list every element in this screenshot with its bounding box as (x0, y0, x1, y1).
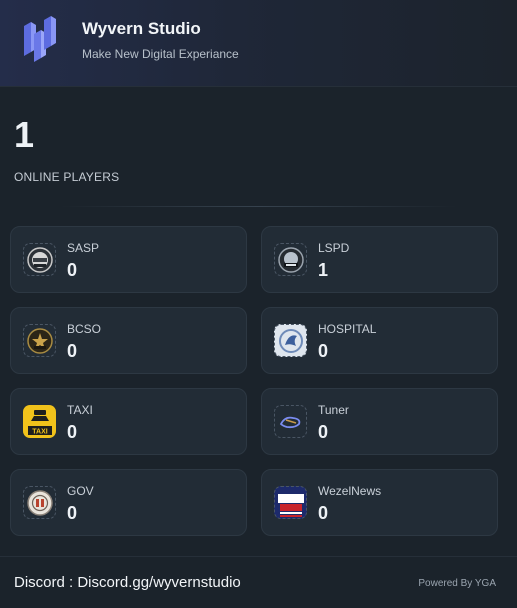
department-name: HOSPITAL (318, 322, 377, 336)
department-count: 0 (67, 260, 78, 280)
powered-by: Powered By YGA (418, 578, 496, 589)
department-count: 0 (67, 503, 78, 523)
department-name: WezelNews (318, 484, 382, 498)
department-count: 1 (318, 260, 329, 280)
wyvern-logo-icon (24, 16, 56, 62)
department-name: TAXI (67, 403, 93, 417)
department-count: 0 (67, 422, 78, 442)
department-card-hospital: HOSPITAL 0 (261, 307, 498, 374)
online-count: 1 (14, 114, 35, 155)
bcso-badge-icon (23, 324, 56, 357)
discord-link[interactable]: Discord : Discord.gg/wyvernstudio (14, 574, 241, 591)
gov-seal-icon (23, 486, 56, 519)
lspd-badge-icon (274, 243, 307, 276)
players-panel: Wyvern Studio Make New Digital Experianc… (0, 0, 517, 608)
department-card-sasp: SASP 0 (10, 226, 247, 293)
brand-title: Wyvern Studio (82, 19, 201, 38)
department-name: BCSO (67, 322, 102, 336)
department-card-lspd: LSPD 1 (261, 226, 498, 293)
department-count: 0 (318, 503, 329, 523)
online-label: ONLINE PLAYERS (14, 170, 120, 184)
department-grid: SASP 0 LSPD 1 BCSO 0 HOSPITAL 0 TAXI TAX… (10, 226, 500, 539)
department-name: LSPD (318, 241, 350, 255)
svg-text:TAXI: TAXI (32, 428, 47, 435)
footer-divider (0, 556, 517, 557)
department-name: Tuner (318, 403, 349, 417)
department-card-bcso: BCSO 0 (10, 307, 247, 374)
department-card-gov: GOV 0 (10, 469, 247, 536)
header: Wyvern Studio Make New Digital Experianc… (0, 0, 517, 87)
department-card-taxi: TAXI TAXI 0 (10, 388, 247, 455)
brand-subtitle: Make New Digital Experiance (82, 47, 239, 61)
department-count: 0 (318, 422, 329, 442)
department-card-wezelnews: WezelNews 0 (261, 469, 498, 536)
divider (60, 206, 457, 207)
taxi-icon: TAXI (23, 405, 56, 438)
hospital-icon (274, 324, 307, 357)
department-name: GOV (67, 484, 94, 498)
department-count: 0 (67, 341, 78, 361)
weazel-news-icon (274, 486, 307, 519)
department-card-tuner: Tuner 0 (261, 388, 498, 455)
department-name: SASP (67, 241, 100, 255)
department-count: 0 (318, 341, 329, 361)
tuner-icon (274, 405, 307, 438)
sasp-badge-icon (23, 243, 56, 276)
